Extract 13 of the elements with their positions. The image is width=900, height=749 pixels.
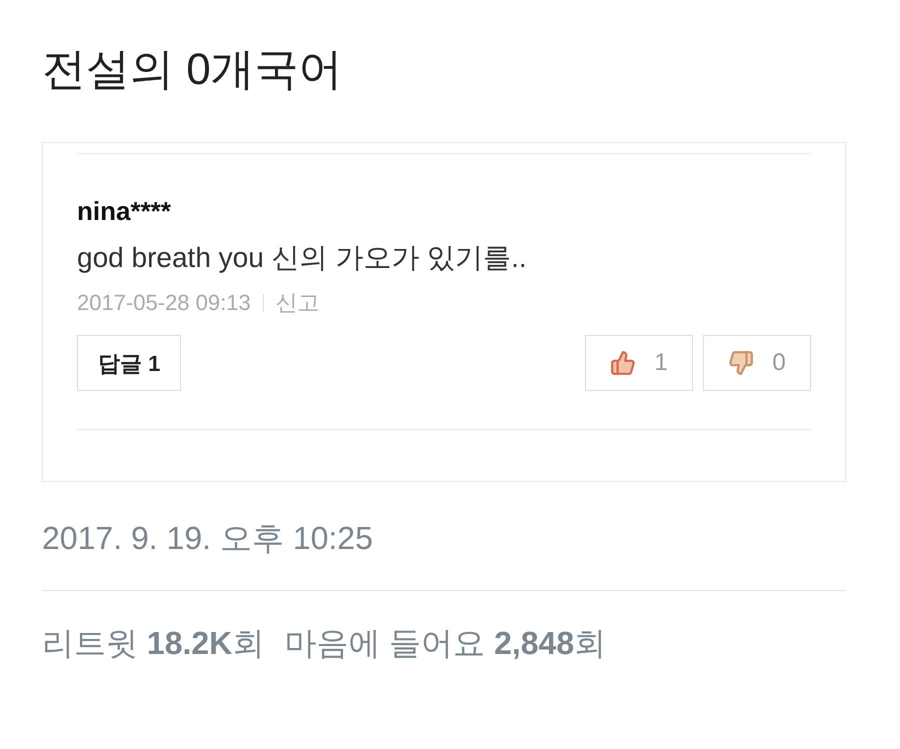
comment-date: 2017-05-28 09:13 (77, 289, 251, 317)
comment-text: god breath you 신의 가오가 있기를.. (77, 241, 528, 275)
tweet-timestamp: 2017. 9. 19. 오후 10:25 (42, 520, 373, 556)
dislike-button[interactable]: 0 (703, 335, 811, 391)
thumbs-down-icon (728, 350, 754, 376)
tweet-stat: 리트윗 18.2K회 (42, 624, 264, 663)
tweet-stat: 마음에 들어요 2,848회 (284, 624, 606, 663)
comment-author: nina**** (77, 195, 172, 228)
like-button[interactable]: 1 (585, 335, 693, 391)
reply-button[interactable]: 답글 1 (77, 335, 182, 391)
thumbs-up-icon (610, 350, 636, 376)
tweet-text: 전설의 0개국어 (42, 45, 343, 94)
report-link[interactable]: 신고 (276, 286, 320, 319)
